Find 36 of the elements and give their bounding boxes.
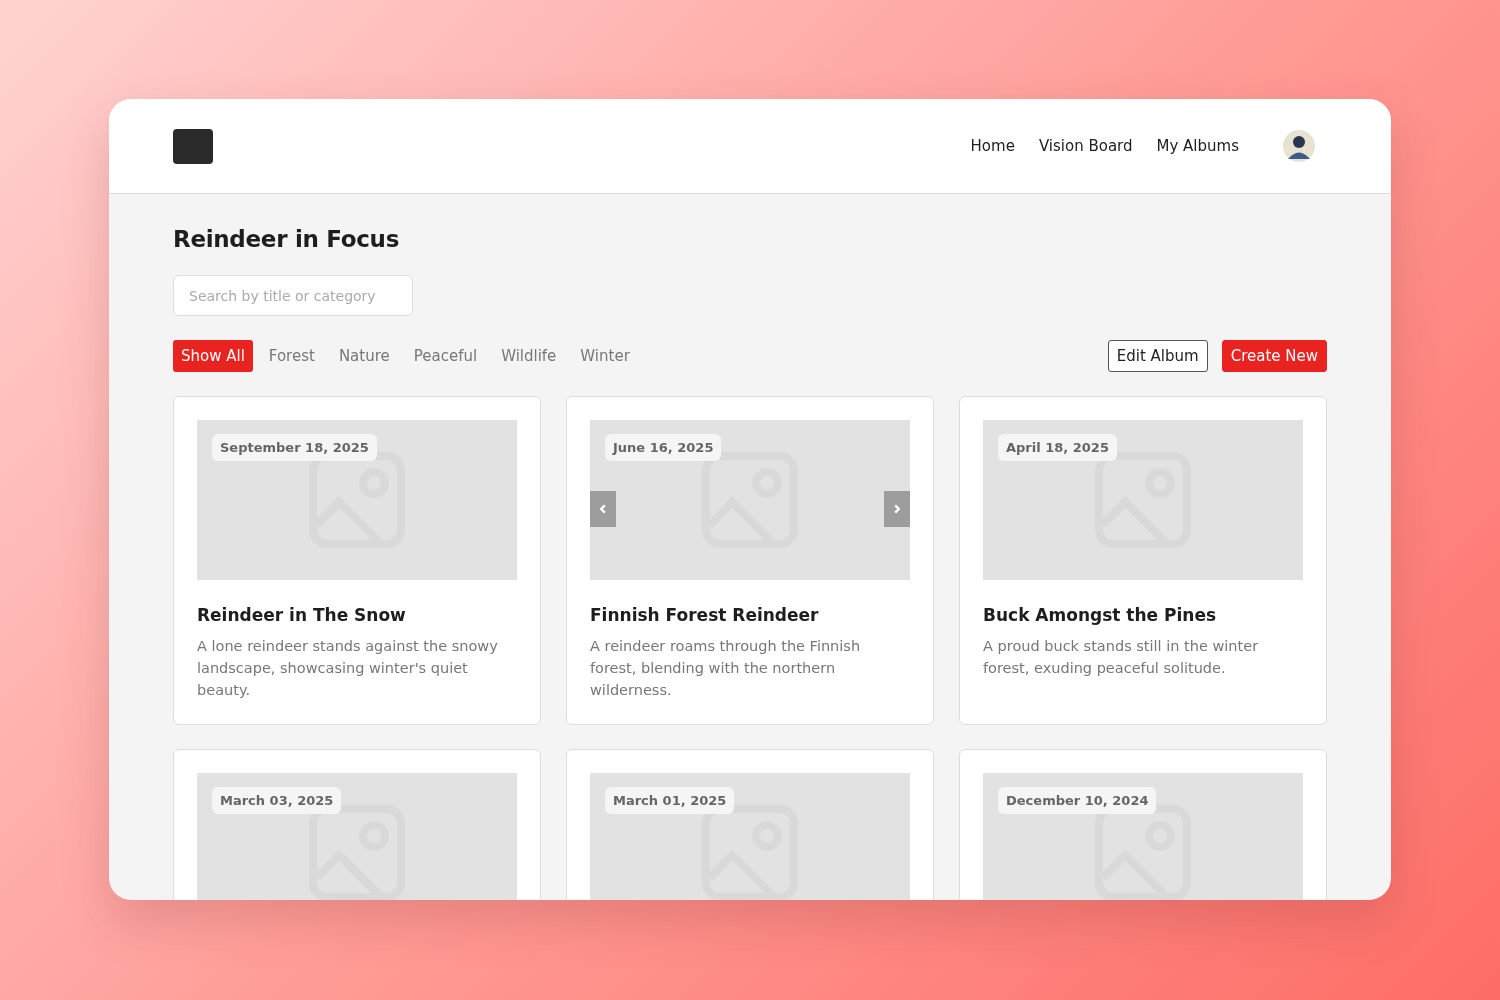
avatar-icon[interactable] bbox=[1283, 130, 1315, 162]
album-card[interactable]: March 01, 2025 bbox=[566, 749, 934, 900]
image-icon bbox=[307, 803, 407, 900]
nav-link[interactable]: Vision Board bbox=[1038, 137, 1133, 155]
card-title: Finnish Forest Reindeer bbox=[590, 605, 820, 625]
card-description: A reindeer roams through the Finnish forest, blending with the northern wilderness. bbox=[590, 637, 862, 700]
album-card[interactable]: September 18, 2025 Reindeer in The Snow A lone reindeer stands against the snowy landscape, showcasing winter's quiet beauty. bbox=[173, 396, 541, 725]
edit-button[interactable]: Edit Album bbox=[1107, 340, 1208, 372]
nav-link[interactable]: My Albums bbox=[1156, 137, 1239, 155]
page-title: Reindeer in Focus bbox=[173, 226, 401, 252]
filter-tab[interactable]: Forest bbox=[260, 340, 323, 372]
date-badge: March 03, 2025 bbox=[212, 787, 342, 814]
date-badge: April 18, 2025 bbox=[998, 434, 1117, 461]
image-icon bbox=[700, 803, 800, 900]
card-description: A lone reindeer stands against the snowy landscape, showcasing winter's quiet beauty. bbox=[197, 637, 499, 700]
card-description: A proud buck stands still in the winter forest, exuding peaceful solitude. bbox=[983, 637, 1260, 678]
create-button[interactable]: Create New bbox=[1221, 340, 1327, 372]
filter-tab[interactable]: Show All bbox=[173, 340, 253, 372]
nav-link[interactable]: Home bbox=[970, 137, 1015, 155]
card-title: Buck Amongst the Pines bbox=[983, 605, 1218, 625]
date-badge: March 01, 2025 bbox=[605, 787, 735, 814]
date-badge: June 16, 2025 bbox=[605, 434, 722, 461]
logo-icon[interactable] bbox=[173, 128, 213, 164]
album-card[interactable]: March 03, 2025 bbox=[173, 749, 541, 900]
filter-tab[interactable]: Winter bbox=[572, 340, 638, 372]
image-icon bbox=[1093, 450, 1193, 550]
filter-tab[interactable]: Peaceful bbox=[405, 340, 486, 372]
date-badge: September 18, 2025 bbox=[212, 434, 377, 461]
filter-tab[interactable]: Wildlife bbox=[493, 340, 565, 372]
album-card[interactable]: April 18, 2025 Buck Amongst the Pines A proud buck stands still in the winter forest, exuding peaceful solitude. bbox=[959, 396, 1327, 725]
card-title: Reindeer in The Snow bbox=[197, 605, 407, 625]
album-card[interactable]: December 10, 2024 bbox=[959, 749, 1327, 900]
date-badge: December 10, 2024 bbox=[998, 787, 1157, 814]
image-icon bbox=[700, 450, 800, 550]
search-field[interactable]: Search by title or category bbox=[173, 275, 413, 316]
filter-tab[interactable]: Nature bbox=[330, 340, 398, 372]
